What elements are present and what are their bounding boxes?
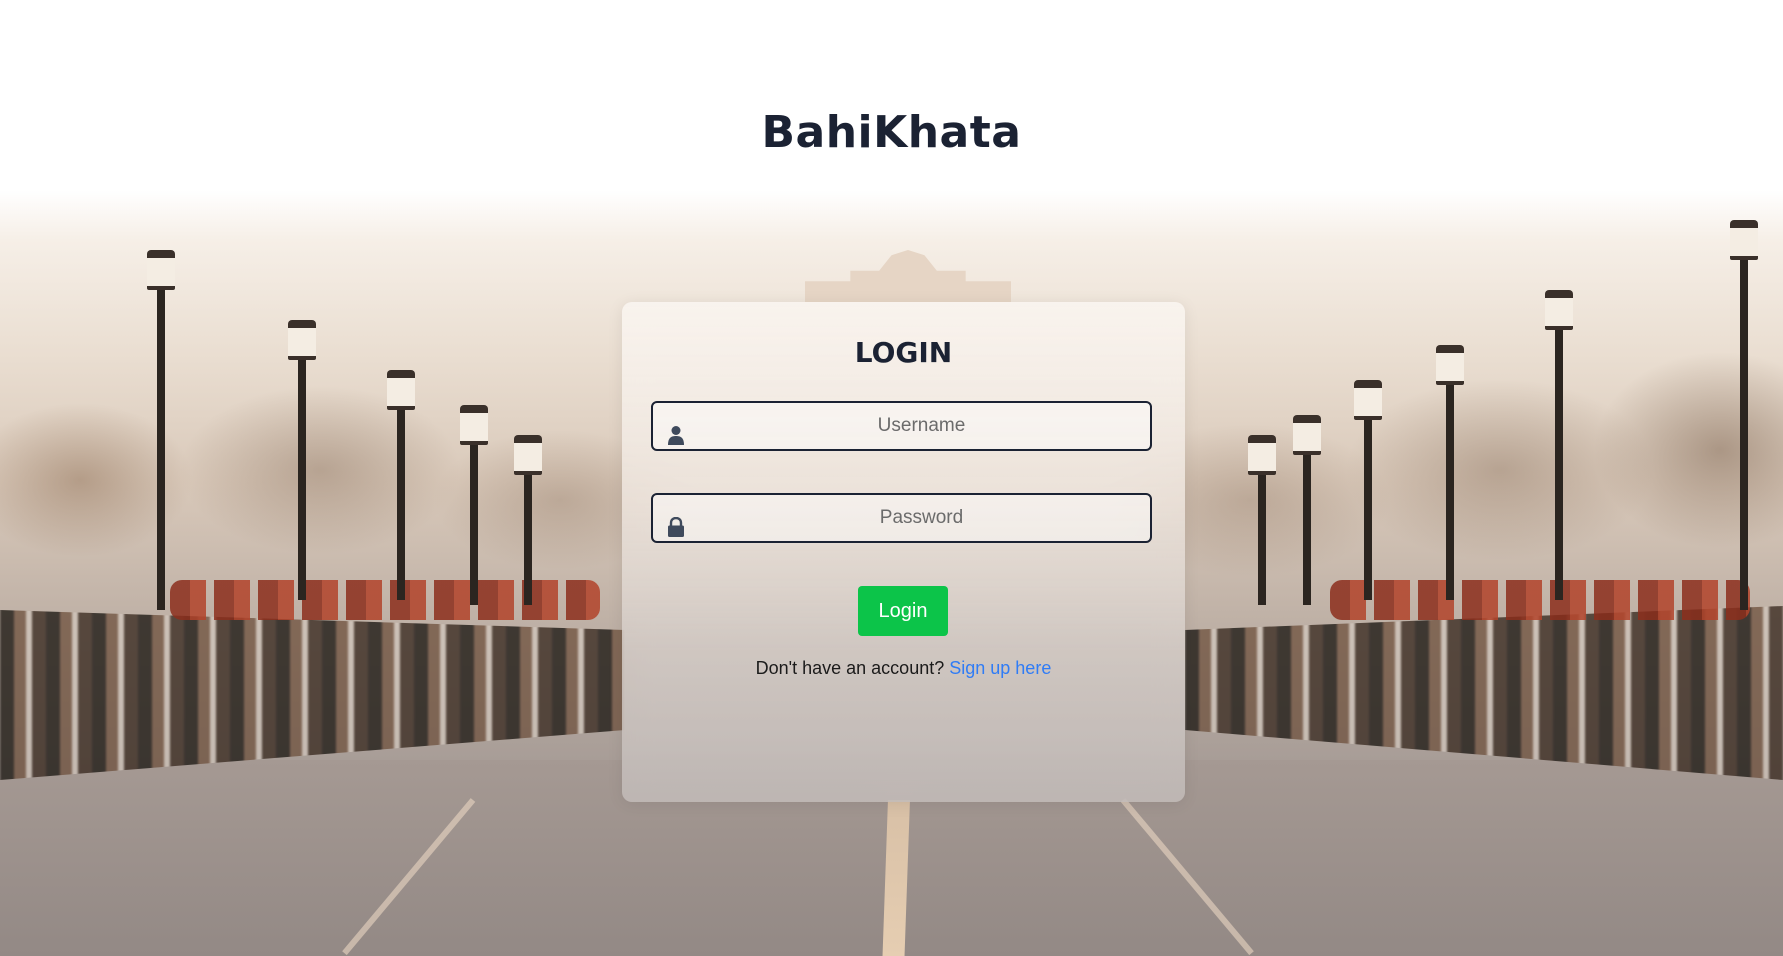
login-heading: LOGIN <box>854 336 953 369</box>
username-field <box>651 401 1152 451</box>
signup-link[interactable]: Sign up here <box>949 658 1051 678</box>
lamp-post <box>1436 345 1464 600</box>
lamp-post <box>460 405 488 605</box>
monument-silhouette <box>805 250 1011 302</box>
lamp-post <box>387 370 415 600</box>
lamp-post <box>1730 220 1758 610</box>
login-page: BahiKhata LOGIN Login Don't have an acco… <box>0 0 1783 956</box>
lamp-post <box>514 435 542 605</box>
username-input[interactable] <box>653 403 1150 449</box>
lamp-post <box>1545 290 1573 600</box>
lamp-post <box>1293 415 1321 605</box>
signup-row: Don't have an account? Sign up here <box>622 658 1185 679</box>
signup-prompt: Don't have an account? <box>755 658 945 678</box>
login-button[interactable]: Login <box>858 586 948 636</box>
app-title: BahiKhata <box>761 107 1022 158</box>
password-field <box>651 493 1152 543</box>
lamp-post <box>147 250 175 610</box>
turban-row-left <box>170 580 600 620</box>
password-input[interactable] <box>653 495 1150 541</box>
lamp-post <box>288 320 316 600</box>
lamp-post <box>1248 435 1276 605</box>
login-card: LOGIN Login Don't have an account? Sign … <box>622 302 1185 802</box>
lamp-post <box>1354 380 1382 600</box>
turban-row-right <box>1330 580 1750 620</box>
